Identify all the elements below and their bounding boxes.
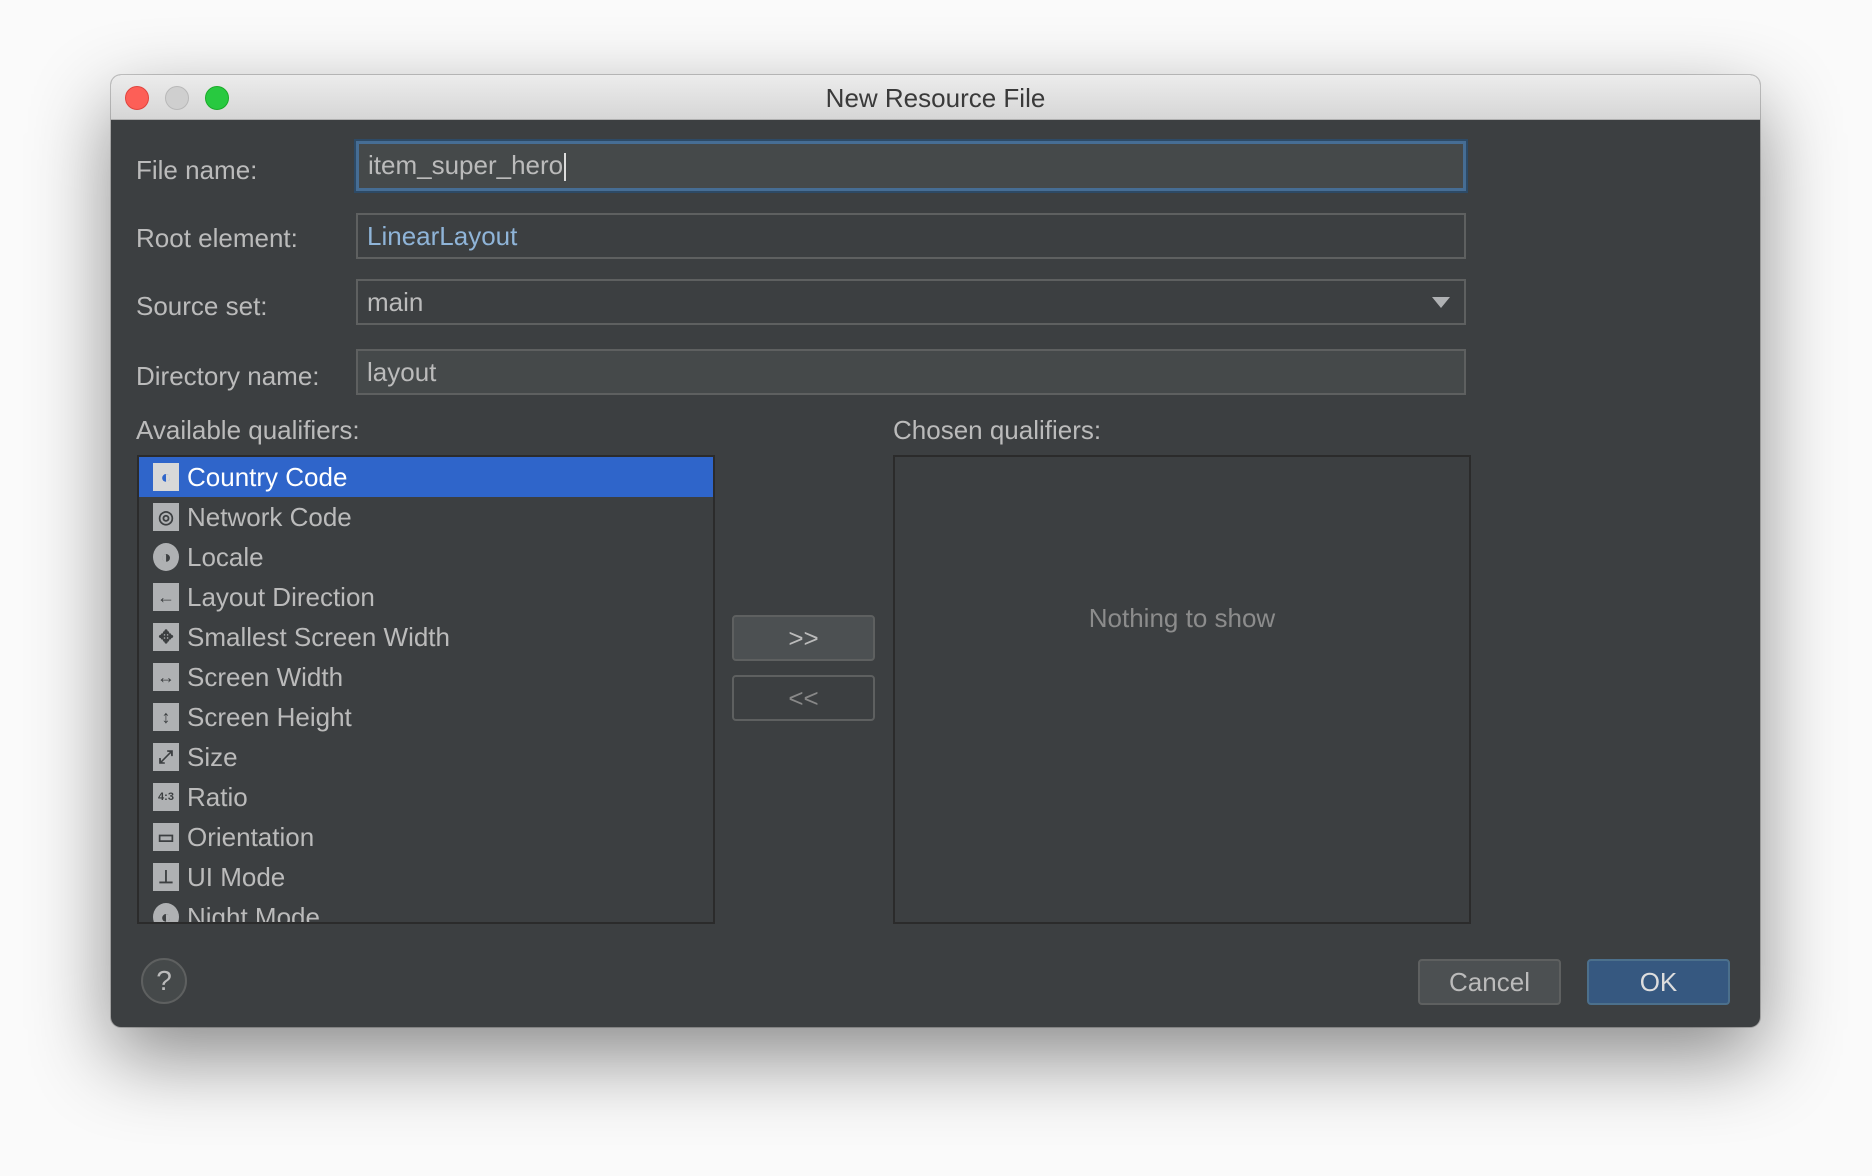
- empty-list-text: Nothing to show: [1088, 603, 1276, 633]
- cancel-button[interactable]: Cancel: [1418, 959, 1561, 1005]
- file-name-value: item_super_hero: [368, 150, 564, 180]
- title-bar: New Resource File: [111, 75, 1760, 120]
- file-name-input[interactable]: item_super_hero: [356, 141, 1466, 191]
- orientation-icon: ▭: [153, 823, 179, 851]
- qualifier-item[interactable]: ▭ Orientation: [139, 817, 713, 857]
- file-name-label: File name:: [136, 155, 258, 185]
- qualifier-item[interactable]: ◐ Country Code: [139, 457, 713, 497]
- directory-name-input[interactable]: layout: [356, 349, 1466, 395]
- help-button[interactable]: ?: [141, 958, 187, 1004]
- dialog-window: New Resource File File name: item_super_…: [111, 75, 1760, 1027]
- qualifier-item[interactable]: ◑ Locale: [139, 537, 713, 577]
- qualifier-item[interactable]: 4:3 Ratio: [139, 777, 713, 817]
- screen-height-icon: ↕: [153, 703, 179, 731]
- qualifier-label: Screen Height: [187, 701, 352, 732]
- qualifier-item[interactable]: ← Layout Direction: [139, 577, 713, 617]
- available-qualifiers-list[interactable]: ◐ Country Code ◎ Network Code ◑ Locale ← Layout…: [137, 455, 715, 924]
- globe-icon: ◑: [153, 543, 179, 571]
- qualifier-label: Locale: [187, 541, 264, 572]
- chevron-down-icon: [1432, 297, 1450, 308]
- qualifier-label: Screen Width: [187, 661, 344, 692]
- ok-button[interactable]: OK: [1587, 959, 1730, 1005]
- screen-width-icon: ↔: [153, 663, 179, 691]
- qualifier-label: Network Code: [187, 501, 352, 532]
- available-qualifiers-label: Available qualifiers:: [136, 415, 360, 445]
- chosen-qualifiers-label: Chosen qualifiers:: [893, 415, 1102, 445]
- remove-qualifier-button[interactable]: <<: [732, 675, 875, 721]
- root-element-input[interactable]: LinearLayout: [356, 213, 1466, 259]
- size-icon: ⤢: [153, 743, 179, 771]
- night-mode-icon: ◐: [153, 903, 179, 922]
- qualifier-item[interactable]: ⊥ UI Mode: [139, 857, 713, 897]
- smallest-screen-width-icon: ✥: [153, 623, 179, 651]
- qualifier-item[interactable]: ◐ Night Mode: [139, 897, 713, 924]
- qualifier-item[interactable]: ↔ Screen Width: [139, 657, 713, 697]
- add-qualifier-button[interactable]: >>: [732, 615, 875, 661]
- qualifier-label: Ratio: [187, 781, 248, 812]
- layout-direction-icon: ←: [153, 583, 179, 611]
- qualifier-label: Smallest Screen Width: [187, 621, 450, 652]
- qualifier-label: Night Mode: [187, 901, 320, 924]
- ratio-icon: 4:3: [153, 783, 179, 811]
- qualifier-item[interactable]: ⤢ Size: [139, 737, 713, 777]
- directory-name-label: Directory name:: [136, 361, 320, 391]
- window-title: New Resource File: [825, 83, 1046, 113]
- chosen-qualifiers-list[interactable]: Nothing to show: [893, 455, 1471, 924]
- source-set-dropdown[interactable]: main: [356, 279, 1466, 325]
- source-set-label: Source set:: [136, 291, 268, 321]
- root-element-label: Root element:: [136, 223, 298, 253]
- qualifier-label: Size: [187, 741, 238, 772]
- qualifier-label: Layout Direction: [187, 581, 375, 612]
- qualifier-item[interactable]: ◎ Network Code: [139, 497, 713, 537]
- ui-mode-icon: ⊥: [153, 863, 179, 891]
- text-caret: [564, 153, 567, 182]
- qualifier-item[interactable]: ↕ Screen Height: [139, 697, 713, 737]
- qualifier-label: Country Code: [187, 461, 348, 492]
- country-code-icon: ◐: [153, 463, 179, 491]
- source-set-value: main: [367, 287, 424, 317]
- network-code-icon: ◎: [153, 503, 179, 531]
- qualifier-label: UI Mode: [187, 861, 286, 892]
- qualifier-item[interactable]: ✥ Smallest Screen Width: [139, 617, 713, 657]
- qualifier-label: Orientation: [187, 821, 315, 852]
